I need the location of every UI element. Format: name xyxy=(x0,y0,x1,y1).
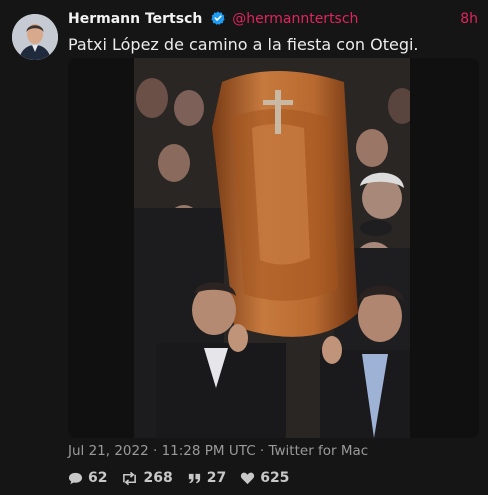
tweet-time: 11:28 PM UTC xyxy=(161,443,256,459)
tweet-media[interactable] xyxy=(68,58,479,438)
display-name[interactable]: Hermann Tertsch xyxy=(68,11,202,27)
tweet-header: Hermann Tertsch @hermanntertsch 8h xyxy=(68,10,478,30)
tweet-card: Hermann Tertsch @hermanntertsch 8h Patxi… xyxy=(0,0,488,495)
verified-badge-icon xyxy=(211,11,225,25)
retweet-icon xyxy=(123,471,137,485)
tweet-date[interactable]: Jul 21, 2022 xyxy=(68,443,149,459)
avatar-photo xyxy=(12,14,58,60)
retweet-count: 268 xyxy=(143,470,173,486)
media-photo xyxy=(134,58,410,438)
like-count: 625 xyxy=(260,470,290,486)
retweet-button[interactable]: 268 xyxy=(121,470,173,486)
avatar[interactable] xyxy=(12,14,58,60)
tweet-client: Twitter for Mac xyxy=(268,443,369,459)
meta-separator: · xyxy=(148,443,162,459)
tweet-metadata: Jul 21, 2022 · 11:28 PM UTC · Twitter fo… xyxy=(68,443,368,459)
comment-icon xyxy=(68,472,83,484)
user-handle[interactable]: @hermanntertsch xyxy=(232,11,358,27)
reply-button[interactable]: 62 xyxy=(68,470,107,486)
heart-icon xyxy=(241,472,255,485)
quote-button[interactable]: 27 xyxy=(187,470,226,486)
quote-icon xyxy=(188,473,200,483)
quote-count: 27 xyxy=(206,470,227,486)
like-button[interactable]: 625 xyxy=(240,470,289,486)
tweet-actions: 62 268 27 625 xyxy=(68,468,303,488)
meta-separator: · xyxy=(255,443,269,459)
tweet-time-ago[interactable]: 8h xyxy=(460,10,478,28)
reply-count: 62 xyxy=(88,470,108,486)
tweet-text: Patxi López de camino a la fiesta con Ot… xyxy=(68,35,419,54)
